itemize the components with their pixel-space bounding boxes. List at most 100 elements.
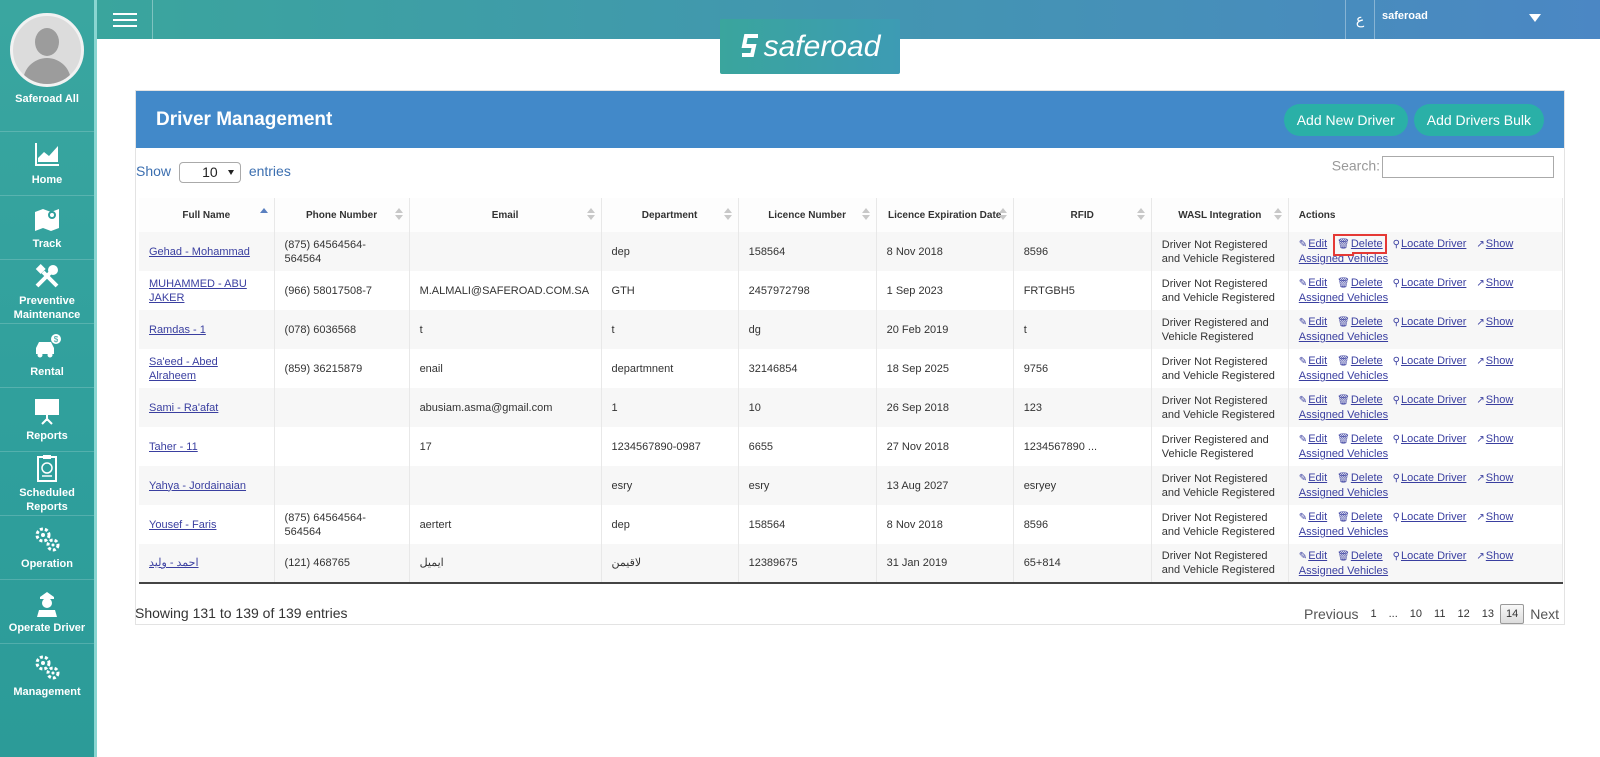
delete-button[interactable]: 🗑Delete bbox=[1333, 234, 1387, 254]
edit-button-label: Edit bbox=[1308, 238, 1328, 250]
map-pin-icon: ⚲ bbox=[1392, 317, 1400, 328]
hamburger-menu-icon[interactable] bbox=[97, 0, 153, 39]
column-header-licence-number[interactable]: Licence Number bbox=[738, 198, 877, 232]
entries-select[interactable]: 10 bbox=[178, 162, 241, 183]
edit-icon: ✎ bbox=[1298, 512, 1308, 523]
delete-button[interactable]: 🗑Delete bbox=[1337, 550, 1383, 562]
sidebar-item-management[interactable]: Management bbox=[0, 643, 94, 707]
locate-driver-button[interactable]: ⚲Locate Driver bbox=[1393, 550, 1467, 562]
page-button[interactable]: 11 bbox=[1428, 604, 1451, 624]
sidebar-item-rental[interactable]: $ Rental bbox=[0, 323, 94, 387]
sidebar-item-operation[interactable]: Operation bbox=[0, 515, 94, 579]
driver-name-link[interactable]: Taher - 11 bbox=[149, 441, 198, 453]
map-icon bbox=[35, 209, 59, 231]
edit-button[interactable]: ✎Edit bbox=[1299, 394, 1327, 406]
locate-driver-button[interactable]: ⚲Locate Driver bbox=[1393, 277, 1467, 289]
language-toggle[interactable]: ع bbox=[1345, 0, 1375, 39]
cell-licence-number: 12389675 bbox=[738, 544, 877, 584]
edit-button[interactable]: ✎Edit bbox=[1299, 472, 1327, 484]
add-new-driver-button[interactable]: Add New Driver bbox=[1283, 103, 1408, 136]
column-header-licence-expiration-date[interactable]: Licence Expiration Date bbox=[876, 198, 1014, 232]
sort-ascending-icon bbox=[259, 208, 268, 222]
sidebar-item-track[interactable]: Track bbox=[0, 195, 94, 259]
driver-name-link[interactable]: Gehad - Mohammad bbox=[149, 246, 250, 258]
locate-driver-button[interactable]: ⚲Locate Driver bbox=[1393, 511, 1467, 523]
locate-driver-button-label: Locate Driver bbox=[1400, 238, 1467, 250]
cell-full-name: Ramdas - 1 bbox=[139, 310, 275, 349]
edit-icon: ✎ bbox=[1298, 550, 1308, 562]
driver-name-link[interactable]: Yahya - Jordainaian bbox=[149, 480, 246, 492]
locate-driver-button[interactable]: ⚲Locate Driver bbox=[1393, 472, 1467, 484]
sidebar-item-reports[interactable]: Reports bbox=[0, 387, 94, 451]
locate-driver-button[interactable]: ⚲Locate Driver bbox=[1393, 433, 1467, 445]
edit-button[interactable]: ✎Edit bbox=[1299, 238, 1327, 250]
external-link-icon: ↗ bbox=[1476, 317, 1485, 328]
page-button[interactable]: 12 bbox=[1451, 604, 1475, 624]
add-drivers-bulk-button[interactable]: Add Drivers Bulk bbox=[1413, 103, 1544, 136]
edit-button[interactable]: ✎Edit bbox=[1299, 355, 1327, 367]
edit-icon: ✎ bbox=[1298, 434, 1308, 445]
page-button[interactable]: 13 bbox=[1476, 604, 1500, 624]
delete-button[interactable]: 🗑Delete bbox=[1337, 316, 1383, 328]
cell-licence-number: esry bbox=[738, 466, 877, 505]
cell-phone-number bbox=[274, 466, 410, 505]
locate-driver-button-label: Locate Driver bbox=[1400, 355, 1467, 367]
driver-name-link[interactable]: Sami - Ra'afat bbox=[149, 402, 218, 414]
sidebar-item-operate-driver[interactable]: Operate Driver bbox=[0, 579, 94, 643]
delete-button-label: Delete bbox=[1350, 472, 1383, 484]
sidebar-item-home[interactable]: Home bbox=[0, 131, 94, 195]
delete-button[interactable]: 🗑Delete bbox=[1337, 394, 1383, 406]
cell-phone-number: (078) 6036568 bbox=[274, 310, 410, 349]
delete-button[interactable]: 🗑Delete bbox=[1337, 472, 1383, 484]
search-input[interactable] bbox=[1382, 156, 1554, 178]
cell-actions: ✎Edit 🗑Delete ⚲Locate Driver ↗Show Assigned… bbox=[1288, 388, 1564, 427]
column-header-phone-number[interactable]: Phone Number bbox=[274, 198, 410, 232]
column-header-department[interactable]: Department bbox=[601, 198, 739, 232]
edit-icon: ✎ bbox=[1298, 395, 1308, 406]
delete-button[interactable]: 🗑Delete bbox=[1337, 511, 1383, 523]
sidebar-item-preventive-maintenance[interactable]: Preventive Maintenance bbox=[0, 259, 94, 323]
tools-icon bbox=[35, 264, 59, 288]
user-menu[interactable]: saferoad bbox=[1382, 10, 1428, 22]
cell-wasl-integration: Driver Not Registered and Vehicle Regist… bbox=[1151, 232, 1289, 271]
cell-wasl-integration: Driver Not Registered and Vehicle Regist… bbox=[1151, 388, 1289, 427]
edit-button[interactable]: ✎Edit bbox=[1299, 277, 1327, 289]
column-header-email[interactable]: Email bbox=[409, 198, 602, 232]
delete-button[interactable]: 🗑Delete bbox=[1337, 355, 1383, 367]
next-page-button[interactable]: Next bbox=[1524, 602, 1565, 626]
edit-button[interactable]: ✎Edit bbox=[1299, 550, 1327, 562]
cell-full-name: Taher - 11 bbox=[139, 427, 275, 466]
previous-page-button[interactable]: Previous bbox=[1298, 602, 1364, 626]
page-button[interactable]: 10 bbox=[1404, 604, 1428, 624]
cell-email: t bbox=[409, 310, 602, 349]
driver-name-link[interactable]: MUHAMMED - ABU JAKER bbox=[149, 278, 247, 304]
cell-department: 1234567890-0987 bbox=[601, 427, 739, 466]
delete-button[interactable]: 🗑Delete bbox=[1337, 277, 1383, 289]
page-button[interactable]: 1 bbox=[1364, 604, 1382, 624]
locate-driver-button[interactable]: ⚲Locate Driver bbox=[1393, 238, 1467, 250]
cell-licence-number: 10 bbox=[738, 388, 877, 427]
locate-driver-button[interactable]: ⚲Locate Driver bbox=[1393, 316, 1467, 328]
avatar[interactable] bbox=[10, 13, 84, 87]
edit-button[interactable]: ✎Edit bbox=[1299, 511, 1327, 523]
chevron-down-icon[interactable] bbox=[1529, 14, 1541, 22]
driver-name-link[interactable]: Yousef - Faris bbox=[149, 519, 216, 531]
delete-button[interactable]: 🗑Delete bbox=[1337, 433, 1383, 445]
column-header-rfid[interactable]: RFID bbox=[1013, 198, 1152, 232]
edit-button[interactable]: ✎Edit bbox=[1299, 433, 1327, 445]
cell-department: departmnent bbox=[601, 349, 739, 388]
delete-button-label: Delete bbox=[1350, 277, 1383, 289]
locate-driver-button[interactable]: ⚲Locate Driver bbox=[1393, 394, 1467, 406]
external-link-icon: ↗ bbox=[1476, 239, 1485, 250]
map-pin-icon: ⚲ bbox=[1392, 395, 1400, 406]
column-header-wasl-integration[interactable]: WASL Integration bbox=[1151, 198, 1289, 232]
locate-driver-button[interactable]: ⚲Locate Driver bbox=[1393, 355, 1467, 367]
sidebar-item-scheduled-reports[interactable]: Scheduled Reports bbox=[0, 451, 94, 515]
column-header-full-name[interactable]: Full Name bbox=[139, 198, 275, 232]
driver-name-link[interactable]: Sa'eed - Abed Alraheem bbox=[149, 356, 218, 382]
cell-wasl-integration: Driver Not Registered and Vehicle Regist… bbox=[1151, 349, 1289, 388]
edit-button[interactable]: ✎Edit bbox=[1299, 316, 1327, 328]
page-button-active[interactable]: 14 bbox=[1499, 604, 1525, 624]
driver-name-link[interactable]: Ramdas - 1 bbox=[149, 324, 206, 336]
driver-name-link[interactable]: احمد - وليد bbox=[149, 557, 199, 569]
